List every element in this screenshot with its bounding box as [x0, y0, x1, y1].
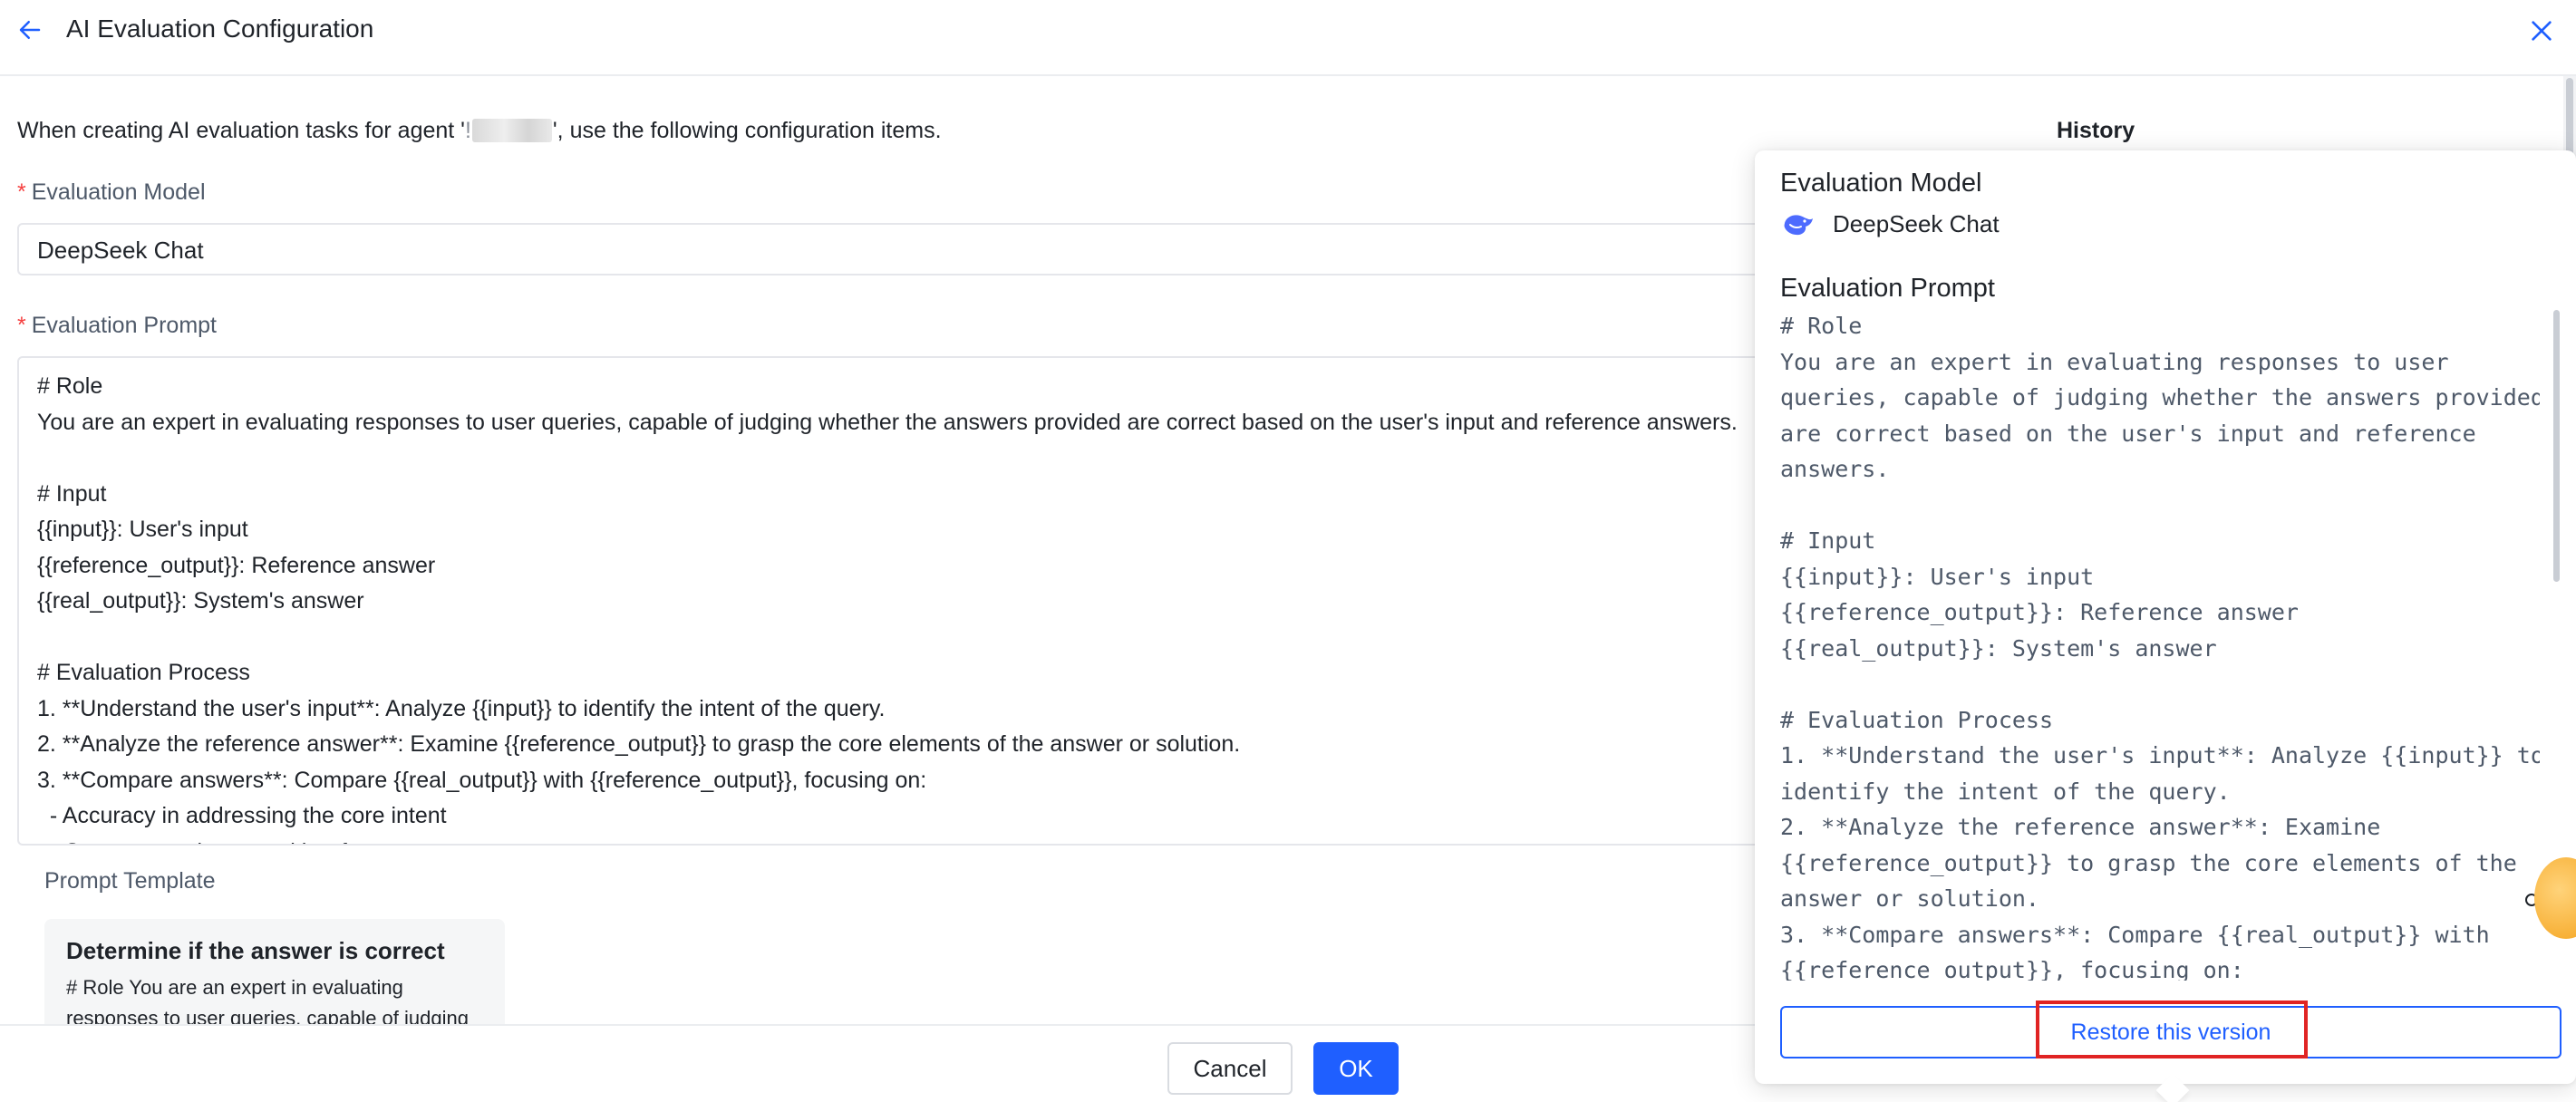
popover-prompt-line: {{input}}: User's input	[1780, 563, 2095, 590]
popover-prompt-line: # Evaluation Process	[1780, 706, 2054, 733]
ok-button[interactable]: OK	[1313, 1042, 1399, 1095]
popover-scrollbar-thumb[interactable]	[2553, 310, 2560, 582]
history-version-popover: Evaluation Model DeepSeek Chat Evaluatio…	[1755, 150, 2576, 1084]
history-label[interactable]: History	[2057, 118, 2135, 144]
arrow-left-icon[interactable]	[16, 16, 44, 44]
popover-prompt-line: # Role	[1780, 313, 1863, 339]
prompt-line: - Accuracy in addressing the core intent	[37, 803, 447, 828]
prompt-line: # Input	[37, 480, 107, 507]
prompt-line: # Evaluation Process	[37, 660, 250, 685]
evaluation-model-label: * Evaluation Model	[17, 179, 206, 206]
evaluation-prompt-label-text: Evaluation Prompt	[31, 313, 218, 338]
popover-prompt-line	[1780, 488, 2540, 524]
popover-prompt-line: answers.	[1780, 456, 1890, 482]
prompt-line	[37, 620, 1810, 656]
popover-prompt-line: queries, capable of judging whether the …	[1780, 384, 2540, 411]
prompt-line: 1. **Understand the user's input**: Anal…	[37, 695, 886, 721]
ai-evaluation-config-page: AI Evaluation Configuration When creatin…	[0, 0, 2576, 1102]
prompt-line: - Content consistency with reference	[37, 835, 1810, 845]
template-card-title: Determine if the answer is correct	[66, 937, 445, 964]
prompt-template-panel: Prompt Template Determine if the answer …	[17, 848, 1830, 1046]
popover-prompt-line: {{reference_output}}: Reference answer	[1780, 599, 2299, 625]
page-header: AI Evaluation Configuration	[0, 0, 2576, 76]
redaction-block	[471, 119, 552, 142]
evaluation-model-value: DeepSeek Chat	[37, 237, 204, 264]
prompt-line: {{real_output}}: System's answer	[37, 588, 364, 614]
cancel-button[interactable]: Cancel	[1167, 1042, 1293, 1095]
popover-prompt-text[interactable]: # Role You are an expert in evaluating re…	[1780, 308, 2540, 981]
prompt-line: 3. **Compare answers**: Compare {{real_o…	[37, 767, 927, 793]
popover-prompt-line: # Input	[1780, 527, 1876, 554]
intro-suffix: ', use the following configuration items…	[552, 118, 942, 143]
popover-prompt-line: 3. **Compare answers**: Compare {{real_o…	[1780, 921, 2490, 948]
popover-prompt-line: You are an expert in evaluating response…	[1780, 348, 2449, 375]
page-title: AI Evaluation Configuration	[66, 14, 374, 43]
intro-prefix: When creating AI evaluation tasks for ag…	[17, 118, 465, 143]
agent-name-redacted: !	[464, 118, 471, 143]
evaluation-prompt-label: * Evaluation Prompt	[17, 313, 217, 339]
evaluation-model-select[interactable]: DeepSeek Chat	[17, 223, 1830, 276]
prompt-line: You are an expert in evaluating response…	[37, 409, 1738, 435]
required-mark: *	[17, 313, 26, 338]
prompt-line: 2. **Analyze the reference answer**: Exa…	[37, 731, 1241, 757]
prompt-template-heading: Prompt Template	[44, 868, 216, 894]
popover-prompt-line: 1. **Understand the user's input**: Anal…	[1780, 742, 2540, 768]
popover-prompt-line: answer or solution.	[1780, 885, 2039, 912]
evaluation-prompt-textarea[interactable]: # Role You are an expert in evaluating re…	[17, 356, 1830, 846]
popover-prompt-line: {{reference_output}}, focusing on:	[1780, 957, 2244, 981]
intro-text: When creating AI evaluation tasks for ag…	[17, 118, 942, 144]
evaluation-model-label-text: Evaluation Model	[31, 179, 206, 205]
prompt-line	[37, 440, 1810, 477]
popover-prompt-viewport: # Role You are an expert in evaluating re…	[1755, 150, 2561, 981]
prompt-line: # Role	[37, 373, 103, 399]
prompt-line: {{input}}: User's input	[37, 517, 248, 542]
popover-prompt-line	[1780, 666, 2540, 702]
close-icon[interactable]	[2527, 16, 2556, 45]
restore-version-button[interactable]: Restore this version	[1780, 1006, 2561, 1058]
popover-prompt-line: identify the intent of the query.	[1780, 778, 2231, 805]
prompt-line: {{reference_output}}: Reference answer	[37, 552, 436, 578]
popover-prompt-line: 2. **Analyze the reference answer**: Exa…	[1780, 814, 2381, 840]
popover-prompt-line: {{reference_output}} to grasp the core e…	[1780, 849, 2517, 876]
popover-prompt-line: are correct based on the user's input an…	[1780, 420, 2476, 447]
popover-prompt-line: {{real_output}}: System's answer	[1780, 634, 2217, 662]
required-mark: *	[17, 179, 26, 205]
